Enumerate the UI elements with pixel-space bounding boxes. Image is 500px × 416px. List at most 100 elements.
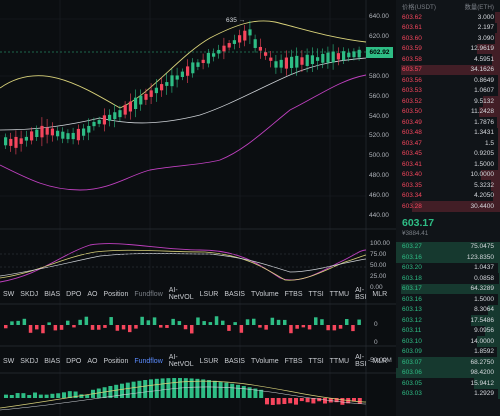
fundflow-bar xyxy=(149,379,153,398)
indicator-tab-ao[interactable]: AO xyxy=(84,358,100,365)
volume-bar xyxy=(196,317,200,325)
indicator-tab-basis[interactable]: BASIS xyxy=(221,358,248,365)
ask-row[interactable]: 603.28 30.4400 xyxy=(396,201,500,212)
indicator-tab-lsur[interactable]: LSUR xyxy=(197,358,222,365)
indicator-tab-skdj[interactable]: SKDJ xyxy=(17,291,41,298)
ask-row[interactable]: 603.34 4.2050 xyxy=(396,190,500,201)
candle-body xyxy=(274,61,278,68)
volume-bar xyxy=(283,319,287,325)
ask-row[interactable]: 603.48 1.3431 xyxy=(396,127,500,138)
order-qty: 10.0000 xyxy=(470,171,495,179)
ask-row[interactable]: 603.58 4.5951 xyxy=(396,54,500,65)
bid-row[interactable]: 603.05 15.9412 xyxy=(396,378,500,389)
volume-bar xyxy=(332,325,337,331)
bid-row[interactable]: 603.16 1.5000 xyxy=(396,294,500,305)
bid-row[interactable]: 603.17 64.3289 xyxy=(396,283,500,294)
volume-bar xyxy=(128,325,132,333)
bid-row[interactable]: 603.27 75.0475 xyxy=(396,241,500,252)
indicator-tab-ttsi[interactable]: TTSI xyxy=(305,358,326,365)
ask-row[interactable]: 603.53 1.0607 xyxy=(396,85,500,96)
indicator-tab-fundflow[interactable]: Fundflow xyxy=(131,291,165,298)
order-qty: 1.8592 xyxy=(474,348,494,356)
fundflow-bar xyxy=(143,380,148,398)
indicator-tab-fundflow[interactable]: Fundflow xyxy=(131,358,165,365)
ask-row[interactable]: 603.61 2.197 xyxy=(396,22,500,33)
bid-row[interactable]: 603.09 1.8592 xyxy=(396,346,500,357)
ask-row[interactable]: 603.56 0.8649 xyxy=(396,75,500,86)
volume-bar xyxy=(258,325,262,328)
indicator-tab-basis[interactable]: BASIS xyxy=(221,291,248,298)
bid-row[interactable]: 603.18 0.0858 xyxy=(396,273,500,284)
bid-row[interactable]: 603.20 1.0437 xyxy=(396,262,500,273)
bid-row[interactable]: 603.03 1.2929 xyxy=(396,388,500,399)
indicator-tab-dpo[interactable]: DPO xyxy=(63,358,84,365)
volume-bar xyxy=(264,325,268,330)
volume-bar xyxy=(16,320,20,325)
price-axis-label: 520.00 xyxy=(369,132,389,140)
order-price: 603.49 xyxy=(402,118,422,126)
ask-row[interactable]: 603.45 0.9205 xyxy=(396,148,500,159)
volume-bar xyxy=(202,321,206,325)
bid-row[interactable]: 603.06 98.4200 xyxy=(396,367,500,378)
bid-row[interactable]: 603.10 14.0000 xyxy=(396,336,500,347)
candle-body xyxy=(227,43,231,48)
indicator-tab-sw[interactable]: SW xyxy=(0,291,17,298)
indicator-tab-ai-netvol[interactable]: AI-NetVOL xyxy=(166,354,197,368)
indicator-tab-ai-bsi[interactable]: AI-BSI xyxy=(352,354,369,368)
indicator-tab-bias[interactable]: BIAS xyxy=(41,291,63,298)
bid-row[interactable]: 603.16 123.8350 xyxy=(396,252,500,263)
bid-row[interactable]: 603.12 17.5486 xyxy=(396,315,500,326)
indicator-tab-ai-bsi[interactable]: AI-BSI xyxy=(352,287,369,301)
order-qty: 2.197 xyxy=(477,24,494,32)
volume-bar xyxy=(90,325,95,330)
ask-row[interactable]: 603.62 3.000 xyxy=(396,12,500,23)
bid-row[interactable]: 603.13 8.3064 xyxy=(396,304,500,315)
ask-row[interactable]: 603.57 34.1626 xyxy=(396,64,500,75)
volume-bar xyxy=(320,319,324,325)
candle-body xyxy=(316,57,320,61)
order-qty: 1.0437 xyxy=(474,264,494,272)
indicator-tab-tvolume[interactable]: TVolume xyxy=(248,291,282,298)
ask-row[interactable]: 603.59 12.9619 xyxy=(396,43,500,54)
candle-body xyxy=(87,125,91,133)
indicator-tab-ftbs[interactable]: FTBS xyxy=(282,291,306,298)
bid-row[interactable]: 603.07 68.2750 xyxy=(396,357,500,368)
indicator-tab-dpo[interactable]: DPO xyxy=(63,291,84,298)
ask-row[interactable]: 603.49 1.7876 xyxy=(396,117,500,128)
indicator-tab-sw[interactable]: SW xyxy=(0,358,17,365)
bollinger-lower-line xyxy=(0,74,367,191)
indicator-tab-bias[interactable]: BIAS xyxy=(41,358,63,365)
ask-row[interactable]: 603.41 1.5000 xyxy=(396,159,500,170)
order-qty: 64.3289 xyxy=(470,285,495,293)
fundflow-bar xyxy=(160,378,165,398)
chart-area[interactable]: 635 → 640.00620.00600.00580.00560.00540.… xyxy=(0,0,396,416)
bid-row[interactable]: 603.11 9.0956 xyxy=(396,325,500,336)
indicator-tab-skdj[interactable]: SKDJ xyxy=(17,358,41,365)
indicator-tab-ao[interactable]: AO xyxy=(84,291,100,298)
ask-row[interactable]: 603.50 11.2428 xyxy=(396,106,500,117)
candle-body xyxy=(170,75,174,87)
indicator-tab-position[interactable]: Position xyxy=(100,291,131,298)
indicator-tab-lsur[interactable]: LSUR xyxy=(197,291,222,298)
order-price: 603.07 xyxy=(402,358,422,366)
fundflow-bar xyxy=(282,398,287,405)
indicator-tab-ttmu[interactable]: TTMU xyxy=(327,291,352,298)
ask-row[interactable]: 603.60 3.090 xyxy=(396,33,500,44)
indicator-tab-ai-netvol[interactable]: AI-NetVOL xyxy=(166,287,197,301)
ask-row[interactable]: 603.40 10.0000 xyxy=(396,169,500,180)
fundflow-bar xyxy=(62,392,66,398)
indicator-tab-position[interactable]: Position xyxy=(100,358,131,365)
indicator-tab-ftbs[interactable]: FTBS xyxy=(282,358,306,365)
ask-row[interactable]: 603.35 5.3232 xyxy=(396,180,500,191)
ask-row[interactable]: 603.52 9.5132 xyxy=(396,96,500,107)
indicator-tab-tvolume[interactable]: TVolume xyxy=(248,358,282,365)
indicator-tab-ttsi[interactable]: TTSI xyxy=(305,291,326,298)
indicator-tab-mlr[interactable]: MLR xyxy=(369,291,390,298)
indicator-axis-label: 25.00 xyxy=(370,273,387,280)
volume-bar xyxy=(289,325,293,334)
ask-row[interactable]: 603.47 1.5 xyxy=(396,138,500,149)
volume-bar xyxy=(307,325,312,330)
candlestick-chart[interactable] xyxy=(0,0,396,416)
candle-body xyxy=(269,57,273,61)
indicator-tab-ttmu[interactable]: TTMU xyxy=(327,358,352,365)
